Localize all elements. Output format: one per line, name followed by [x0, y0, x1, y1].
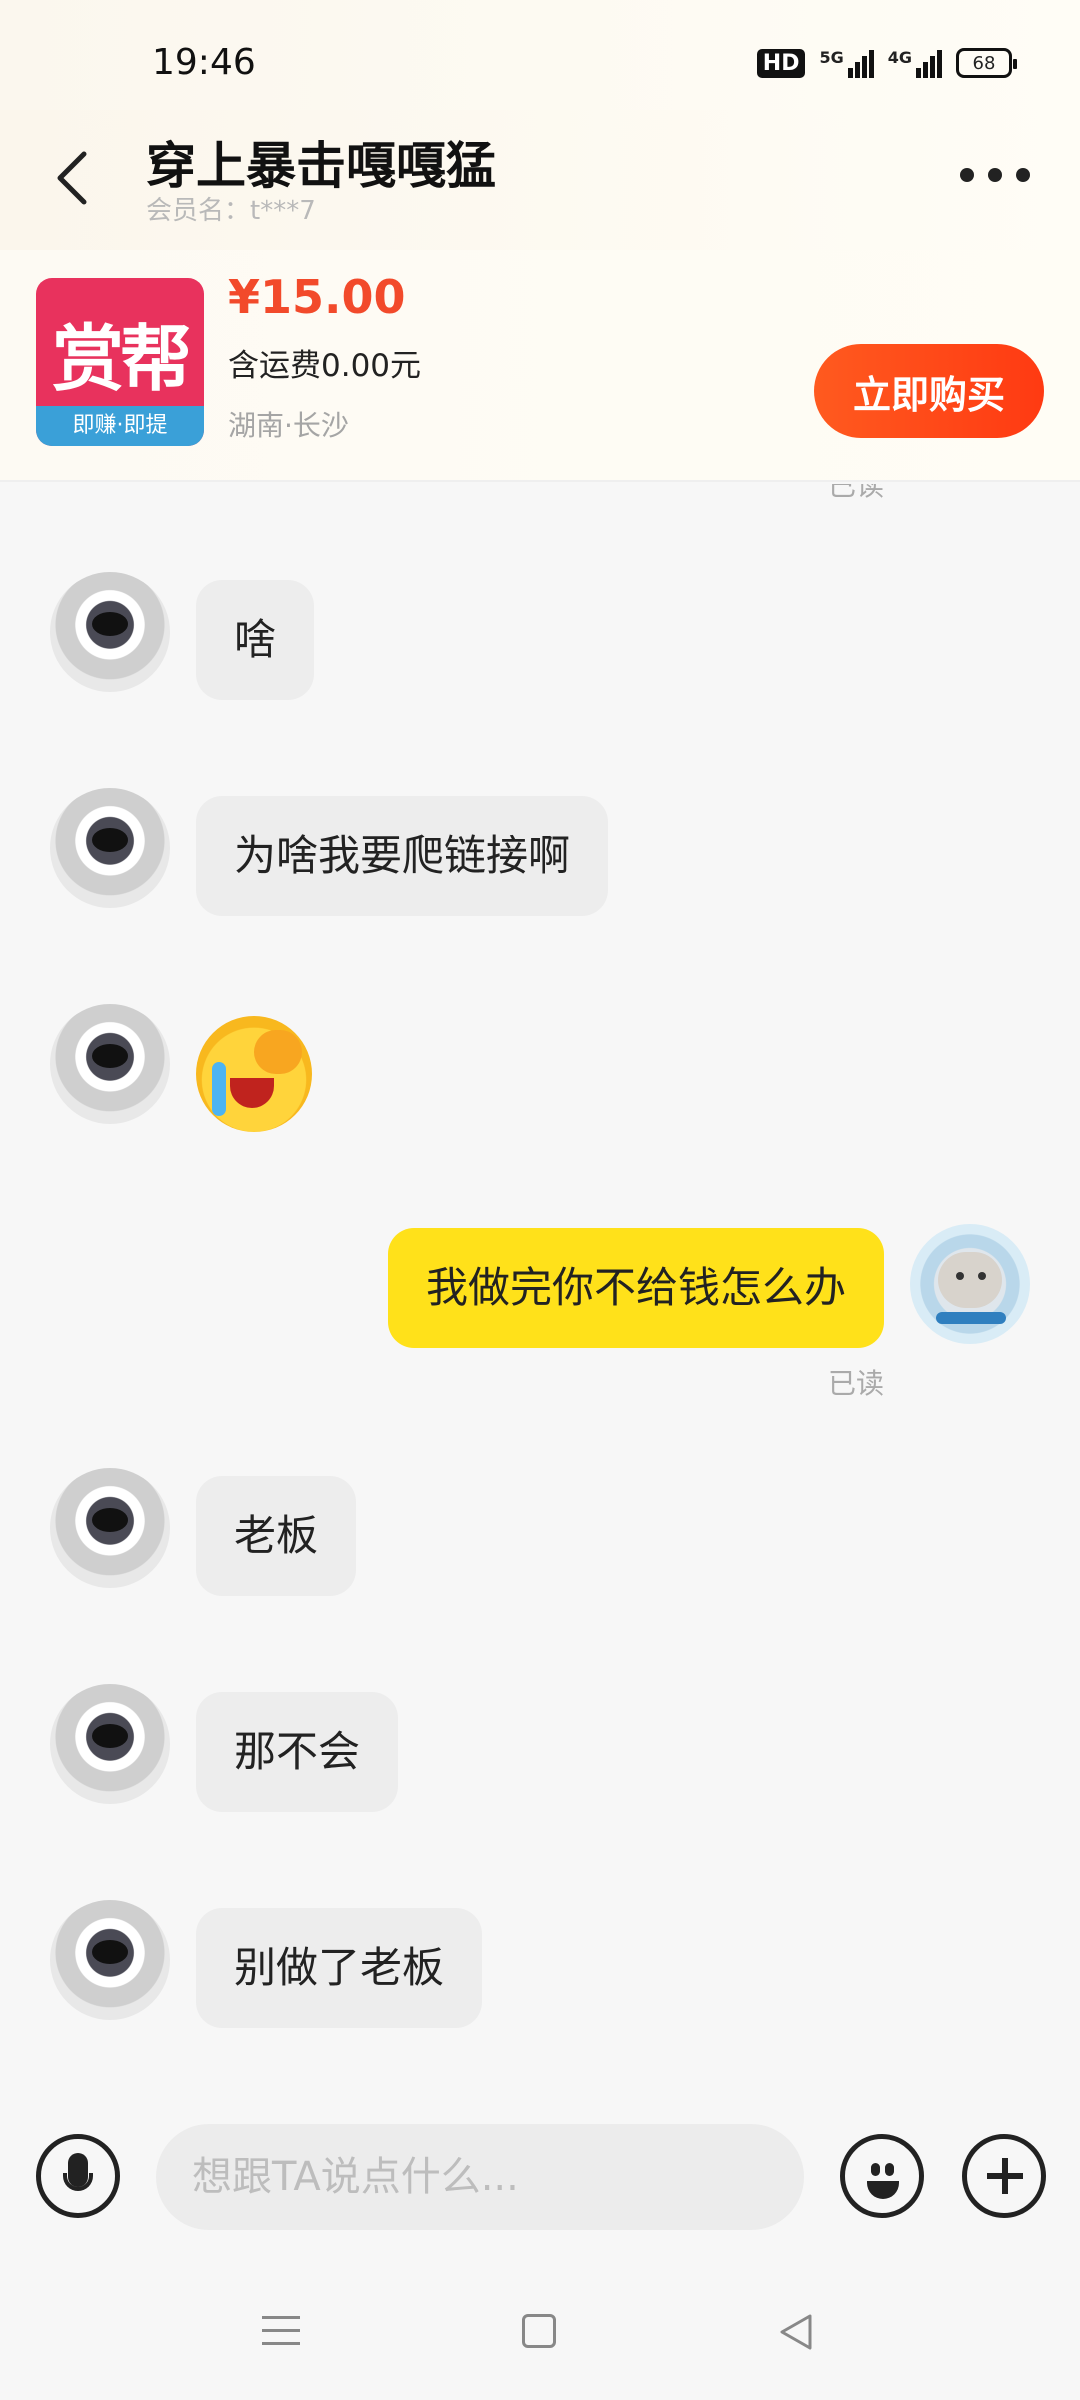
- page-title: 穿上暴击嘎嘎猛: [146, 137, 496, 195]
- hd-voice-icon: HD: [756, 48, 806, 78]
- home-square-icon[interactable]: [522, 2314, 556, 2348]
- my-avatar[interactable]: [910, 1224, 1030, 1344]
- shipping-fee: 含运费0.00元: [228, 348, 422, 384]
- other-avatar[interactable]: [50, 572, 170, 692]
- battery-icon: 68: [956, 48, 1017, 78]
- buy-now-button[interactable]: 立即购买: [814, 344, 1044, 438]
- smiley-icon[interactable]: [840, 2134, 924, 2218]
- member-name: 会员名：t***7: [146, 196, 316, 226]
- chat-messages[interactable]: 已读 啥 为啥我要爬链接啊 我做完你不给钱怎么办 已读 老板 那不会 别做了老板: [0, 484, 1080, 2084]
- sim2-label: 4G: [887, 48, 912, 67]
- message-bubble[interactable]: 啥: [196, 580, 315, 700]
- thumbnail-subtext: 即赚·即提: [36, 406, 204, 446]
- crying-face-emoji[interactable]: [196, 1016, 312, 1132]
- other-avatar[interactable]: [50, 1468, 170, 1588]
- other-avatar[interactable]: [50, 1900, 170, 2020]
- plus-icon[interactable]: [962, 2134, 1046, 2218]
- message-bubble[interactable]: 别做了老板: [196, 1908, 483, 2028]
- message-input[interactable]: 想跟TA说点什么...: [156, 2124, 804, 2230]
- signal-4g-icon: 4G: [888, 48, 942, 78]
- seller-location: 湖南·长沙: [228, 409, 349, 442]
- message-bubble[interactable]: 为啥我要爬链接啊: [196, 796, 609, 916]
- read-status: 已读: [827, 484, 884, 502]
- back-triangle-icon[interactable]: [778, 2312, 814, 2352]
- signal-5g-icon: 5G: [819, 48, 874, 78]
- thumbnail-logo-text: 赏帮: [51, 317, 192, 401]
- product-price: ¥15.00: [228, 270, 406, 324]
- sim1-label: 5G: [819, 48, 844, 67]
- status-time: 19:46: [152, 42, 256, 83]
- read-status: 已读: [827, 1367, 884, 1400]
- other-avatar[interactable]: [50, 1004, 170, 1124]
- my-message-bubble[interactable]: 我做完你不给钱怎么办: [387, 1228, 884, 1348]
- product-thumbnail[interactable]: 赏帮 即赚·即提: [36, 278, 204, 446]
- chevron-left-icon[interactable]: [52, 148, 92, 208]
- microphone-icon[interactable]: [36, 2134, 120, 2218]
- message-bubble[interactable]: 那不会: [196, 1692, 399, 1812]
- other-avatar[interactable]: [50, 788, 170, 908]
- status-icons: HD 5G 4G 68: [756, 48, 1017, 78]
- menu-icon[interactable]: [262, 2316, 300, 2355]
- message-bubble[interactable]: 老板: [196, 1476, 357, 1596]
- other-avatar[interactable]: [50, 1684, 170, 1804]
- more-dots-icon[interactable]: [960, 168, 1030, 182]
